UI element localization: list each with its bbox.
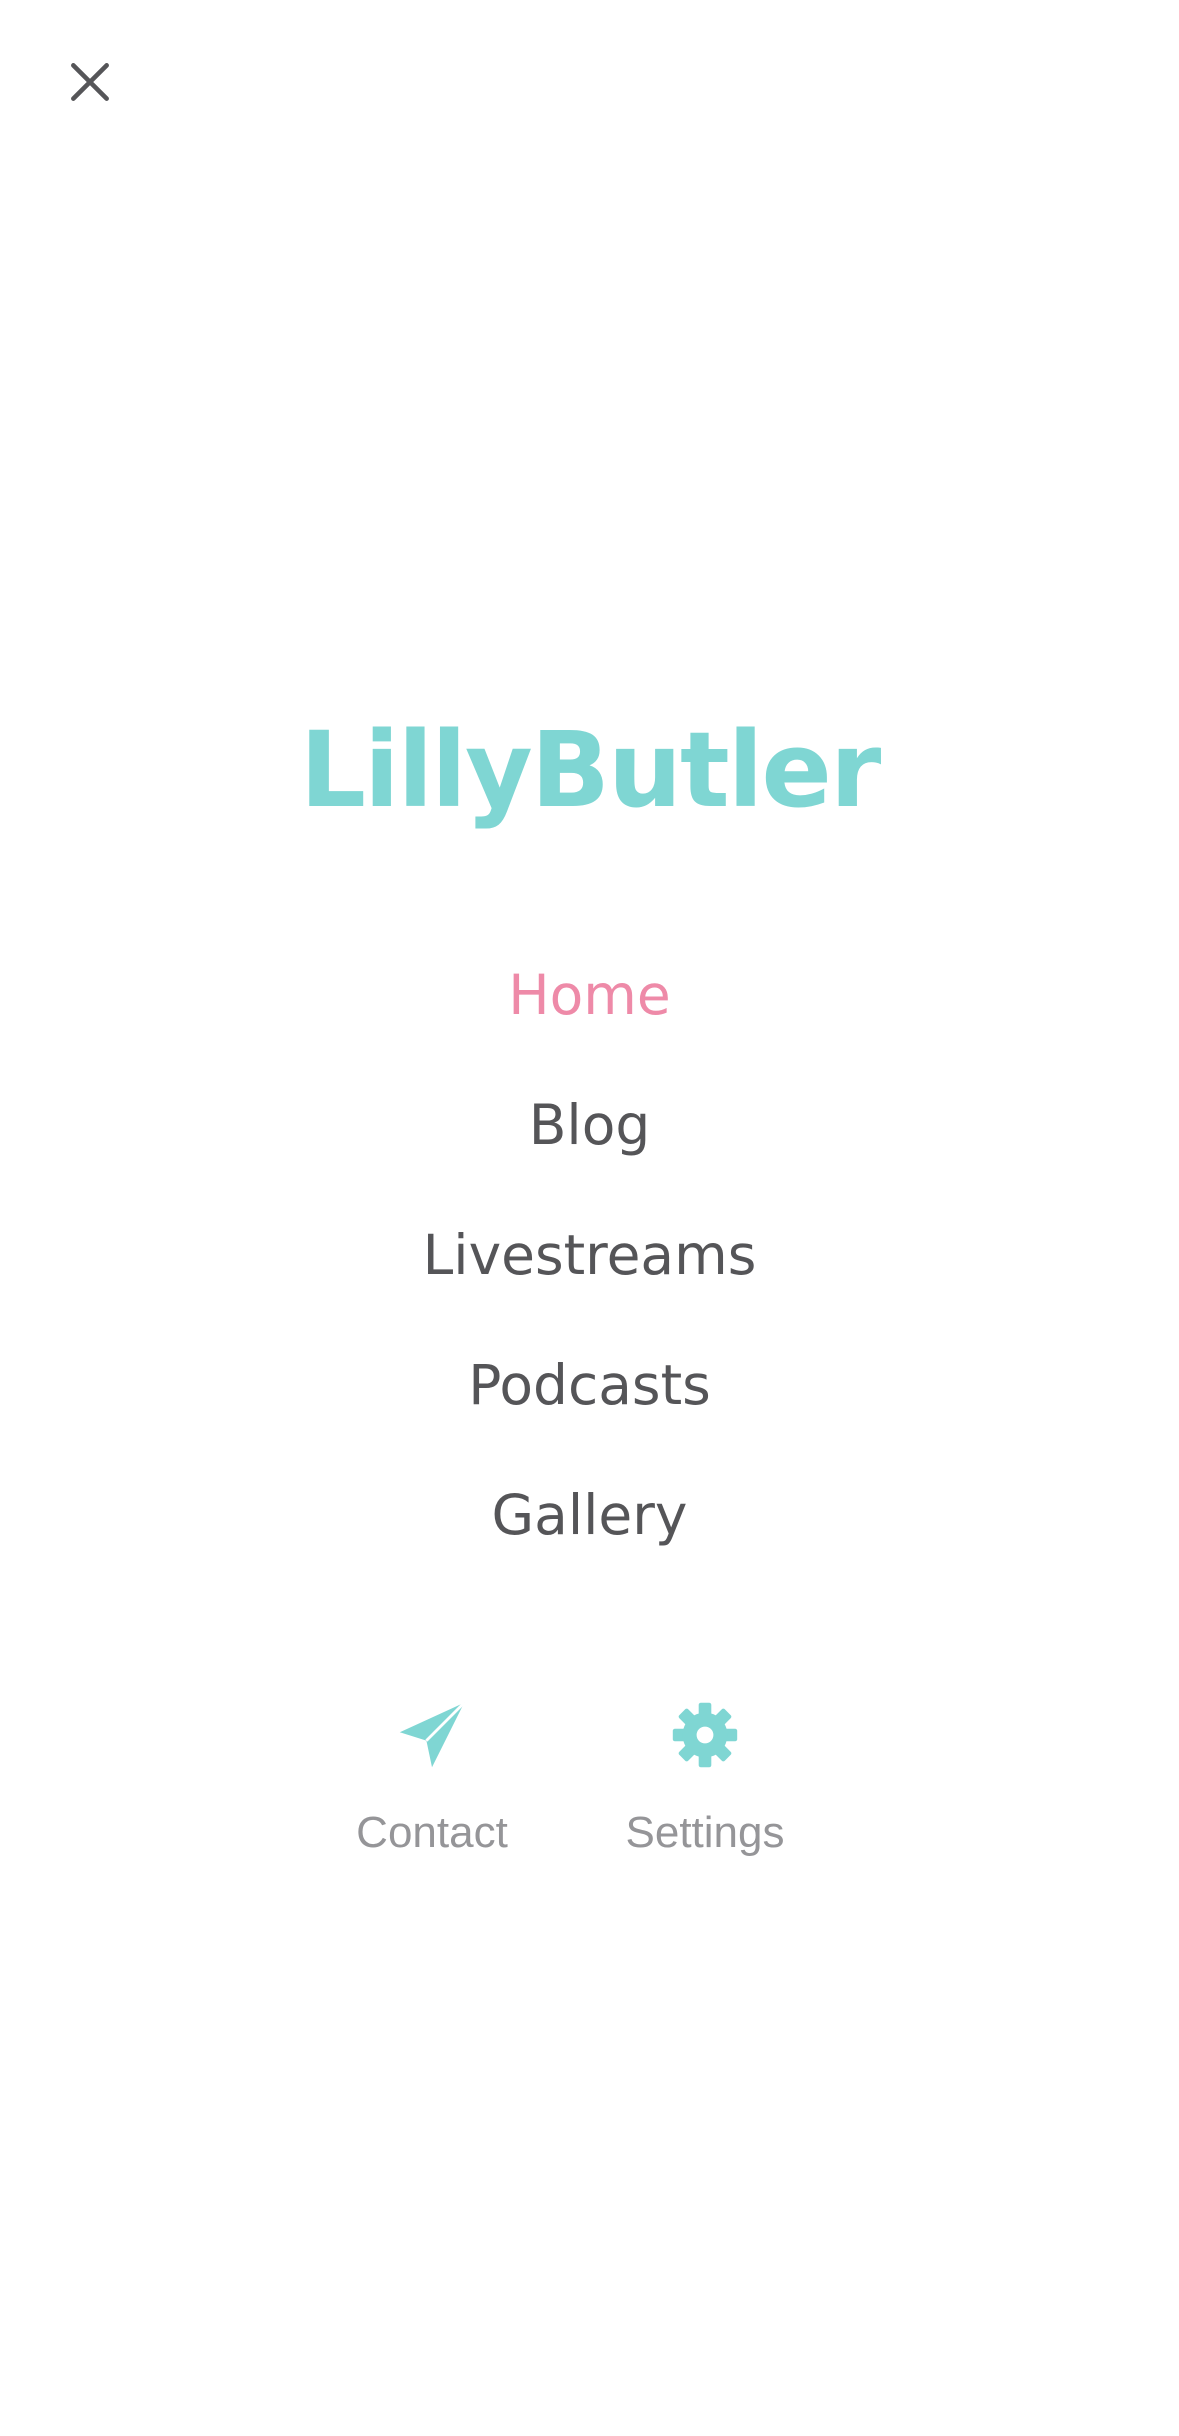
nav-item-blog[interactable]: Blog bbox=[0, 1060, 1179, 1190]
nav-item-livestreams[interactable]: Livestreams bbox=[0, 1190, 1179, 1320]
gear-icon bbox=[670, 1700, 740, 1770]
nav-item-podcasts[interactable]: Podcasts bbox=[0, 1320, 1179, 1450]
settings-button[interactable]: Settings bbox=[585, 1700, 825, 1890]
nav-item-home[interactable]: Home bbox=[0, 930, 1179, 1060]
contact-button[interactable]: Contact bbox=[312, 1700, 552, 1890]
contact-label: Contact bbox=[356, 1808, 508, 1857]
nav-item-gallery[interactable]: Gallery bbox=[0, 1450, 1179, 1580]
paper-plane-icon bbox=[397, 1700, 467, 1770]
main-navigation: Home Blog Livestreams Podcasts Gallery bbox=[0, 930, 1179, 1580]
footer-actions: Contact Settings bbox=[0, 1700, 1179, 1890]
settings-label: Settings bbox=[625, 1808, 785, 1857]
close-button[interactable] bbox=[48, 40, 132, 124]
brand-logo: LillyButler bbox=[299, 709, 882, 831]
close-icon bbox=[71, 63, 109, 101]
